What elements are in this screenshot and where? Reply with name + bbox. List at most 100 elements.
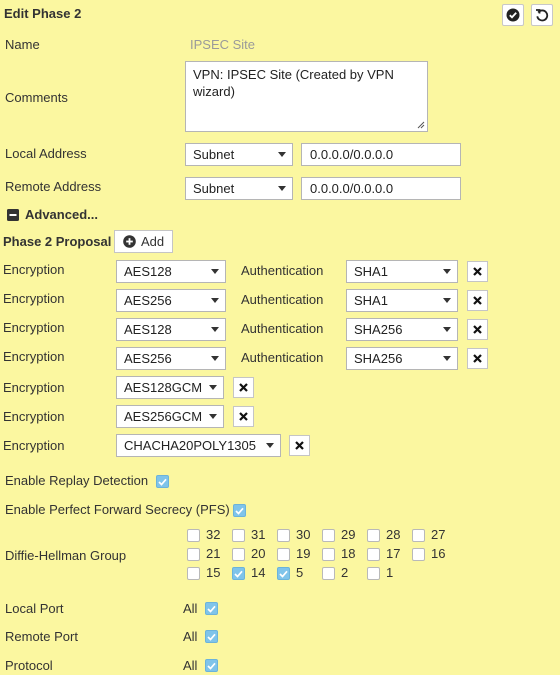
dh-checkbox-17[interactable]	[367, 548, 380, 561]
ok-button[interactable]	[502, 4, 524, 26]
encryption-select-7[interactable]: CHACHA20POLY1305	[116, 434, 281, 457]
authentication-select-2[interactable]: SHA1	[346, 289, 458, 312]
dh-checkbox-29[interactable]	[322, 529, 335, 542]
checkmark-icon	[235, 507, 244, 515]
dh-checkbox-21[interactable]	[187, 548, 200, 561]
remove-proposal-button-2[interactable]	[467, 290, 488, 311]
dh-value: 27	[431, 527, 446, 542]
dh-checkbox-19[interactable]	[277, 548, 290, 561]
remote-address-type-select[interactable]: Subnet	[185, 177, 293, 200]
comments-line-2: wizard)	[193, 84, 235, 99]
dh-value: 29	[341, 527, 356, 542]
close-icon	[473, 325, 482, 334]
remove-proposal-button-1[interactable]	[467, 261, 488, 282]
authentication-label: Authentication	[241, 263, 324, 278]
encryption-value: AES128	[124, 264, 172, 279]
advanced-label: Advanced...	[25, 207, 98, 222]
dh-checkbox-20[interactable]	[232, 548, 245, 561]
dh-value: 19	[296, 546, 311, 561]
pfs-checkbox[interactable]	[233, 504, 246, 517]
dh-value: 32	[206, 527, 221, 542]
dh-value: 2	[341, 565, 349, 580]
remove-proposal-button-6[interactable]	[233, 406, 254, 427]
dh-value: 16	[431, 546, 446, 561]
close-icon	[295, 441, 304, 450]
remove-proposal-button-3[interactable]	[467, 319, 488, 340]
remove-proposal-button-5[interactable]	[233, 377, 254, 398]
remote-port-all-checkbox[interactable]	[205, 630, 218, 643]
comments-label: Comments	[5, 90, 68, 105]
encryption-value: AES128GCM	[124, 380, 203, 395]
dh-value: 20	[251, 546, 266, 561]
replay-detection-checkbox[interactable]	[156, 475, 169, 488]
protocol-label: Protocol	[5, 658, 53, 673]
plus-circle-icon	[123, 235, 136, 248]
dh-checkbox-18[interactable]	[322, 548, 335, 561]
authentication-select-4[interactable]: SHA256	[346, 347, 458, 370]
dh-checkbox-15[interactable]	[187, 567, 200, 580]
dh-checkbox-16[interactable]	[412, 548, 425, 561]
encryption-select-6[interactable]: AES256GCM	[116, 405, 224, 428]
protocol-all-checkbox[interactable]	[205, 659, 218, 672]
encryption-select-4[interactable]: AES256	[116, 347, 226, 370]
dh-group-label: Diffie-Hellman Group	[5, 548, 127, 563]
local-address-type-select[interactable]: Subnet	[185, 143, 293, 166]
local-address-input[interactable]: 0.0.0.0/0.0.0.0	[301, 143, 461, 166]
chevron-down-icon	[443, 269, 451, 274]
remove-proposal-button-4[interactable]	[467, 348, 488, 369]
authentication-label: Authentication	[241, 350, 324, 365]
encryption-select-2[interactable]: AES256	[116, 289, 226, 312]
resize-handle-icon[interactable]	[417, 121, 425, 129]
dh-checkbox-2[interactable]	[322, 567, 335, 580]
chevron-down-icon	[443, 327, 451, 332]
remote-address-label: Remote Address	[5, 179, 102, 194]
chevron-down-icon	[266, 443, 274, 448]
dh-value: 31	[251, 527, 266, 542]
local-address-value: 0.0.0.0/0.0.0.0	[310, 147, 394, 162]
advanced-toggle[interactable]: Advanced...	[7, 207, 98, 222]
dh-checkbox-5[interactable]	[277, 567, 290, 580]
dh-value: 17	[386, 546, 401, 561]
chevron-down-icon	[211, 327, 219, 332]
chevron-down-icon	[209, 385, 217, 390]
chevron-down-icon	[211, 356, 219, 361]
dh-checkbox-30[interactable]	[277, 529, 290, 542]
dh-value: 28	[386, 527, 401, 542]
add-proposal-button[interactable]: Add	[114, 230, 174, 253]
encryption-value: AES256GCM	[124, 409, 203, 424]
encryption-select-1[interactable]: AES128	[116, 260, 226, 283]
revert-button[interactable]	[531, 4, 553, 26]
encryption-label: Encryption	[3, 320, 65, 335]
checkmark-icon	[207, 605, 216, 613]
encryption-select-3[interactable]: AES128	[116, 318, 226, 341]
dialog-title: Edit Phase 2	[4, 6, 82, 21]
dh-checkbox-28[interactable]	[367, 529, 380, 542]
remove-proposal-button-7[interactable]	[289, 435, 310, 456]
remote-port-label: Remote Port	[5, 629, 78, 644]
local-port-all-checkbox[interactable]	[205, 602, 218, 615]
dh-checkbox-1[interactable]	[367, 567, 380, 580]
close-icon	[473, 267, 482, 276]
authentication-value: SHA256	[354, 351, 403, 366]
dh-value: 18	[341, 546, 356, 561]
authentication-select-3[interactable]: SHA256	[346, 318, 458, 341]
checkmark-icon	[234, 570, 243, 578]
encryption-select-5[interactable]: AES128GCM	[116, 376, 224, 399]
dh-value: 15	[206, 565, 221, 580]
local-address-label: Local Address	[5, 146, 87, 161]
remote-address-type-value: Subnet	[193, 181, 235, 196]
dh-checkbox-14[interactable]	[232, 567, 245, 580]
comments-textarea[interactable]: VPN: IPSEC Site (Created by VPN wizard)	[185, 61, 428, 132]
name-label: Name	[5, 37, 40, 52]
dh-checkbox-27[interactable]	[412, 529, 425, 542]
authentication-select-1[interactable]: SHA1	[346, 260, 458, 283]
chevron-down-icon	[211, 298, 219, 303]
phase2-proposal-label: Phase 2 Proposal	[3, 234, 112, 249]
chevron-down-icon	[278, 152, 286, 157]
dh-checkbox-31[interactable]	[232, 529, 245, 542]
add-proposal-label: Add	[141, 234, 165, 249]
local-port-value: All	[183, 601, 198, 616]
local-port-label: Local Port	[5, 601, 64, 616]
dh-checkbox-32[interactable]	[187, 529, 200, 542]
remote-address-input[interactable]: 0.0.0.0/0.0.0.0	[301, 177, 461, 200]
